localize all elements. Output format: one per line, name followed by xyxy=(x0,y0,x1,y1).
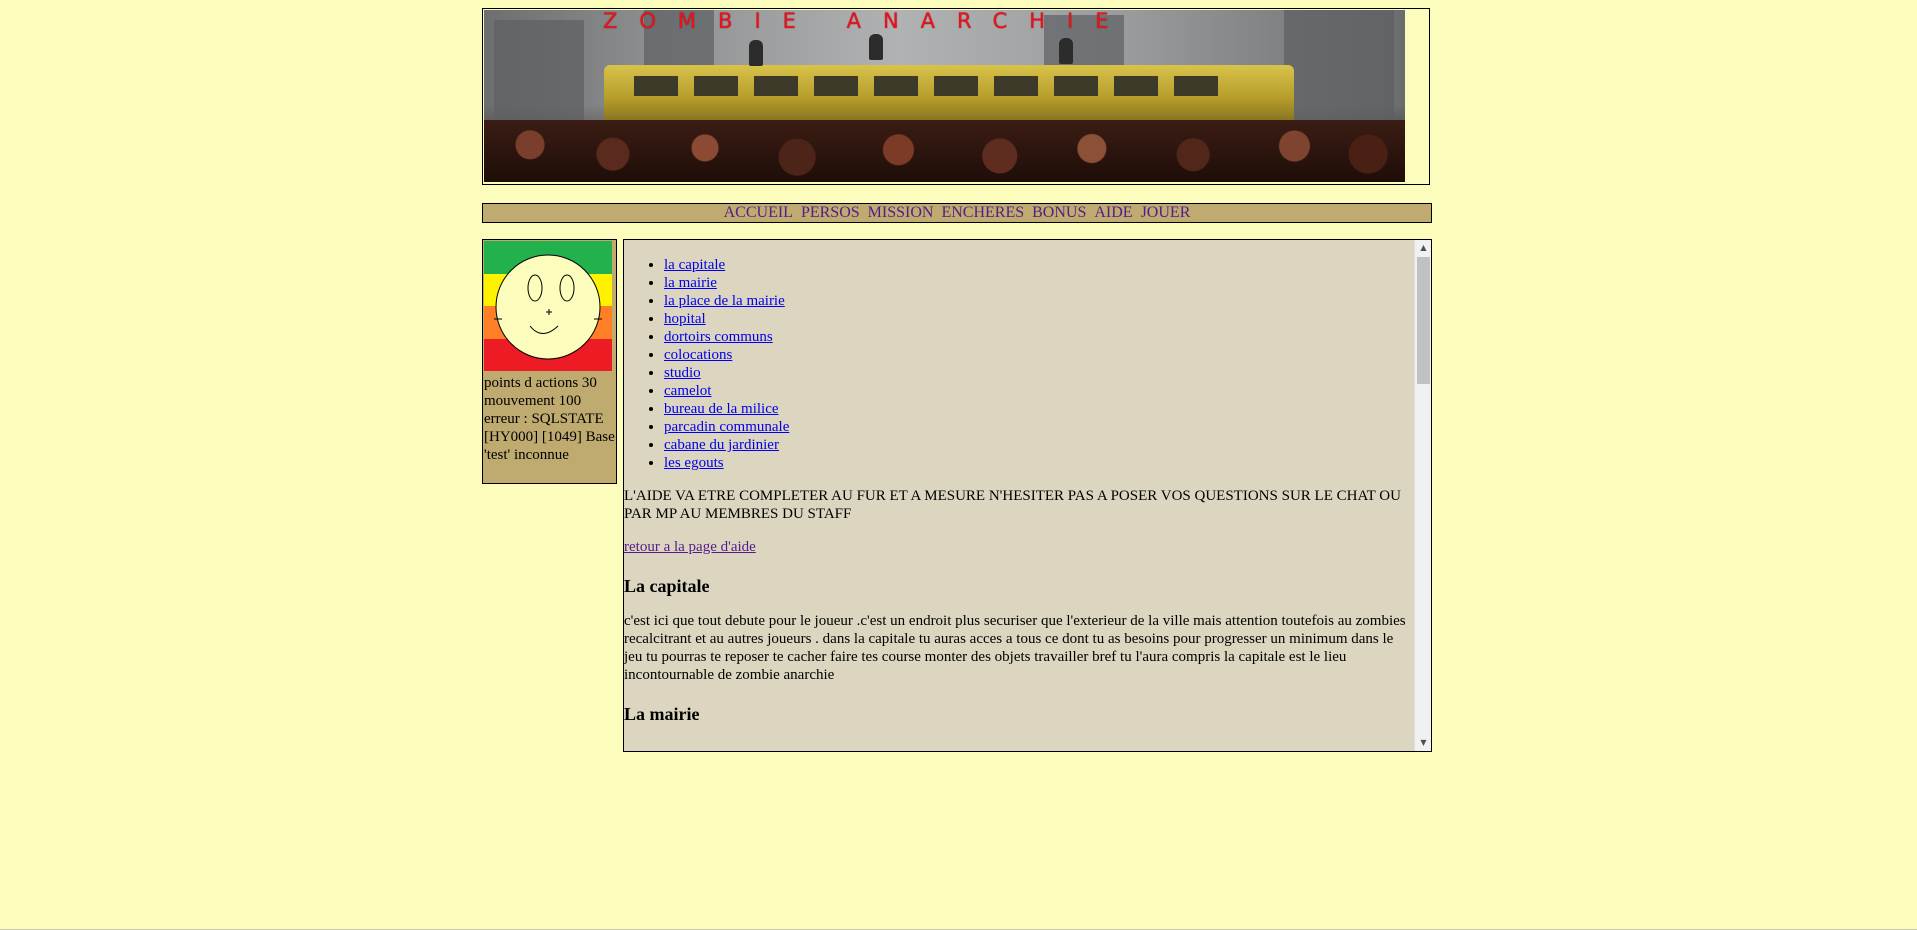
list-item: hopital xyxy=(664,310,1414,328)
list-item: cabane du jardinier xyxy=(664,436,1414,454)
section-heading-mairie: La mairie xyxy=(624,704,700,724)
nav-mission[interactable]: MISSION xyxy=(868,204,934,221)
location-link-milice[interactable]: bureau de la milice xyxy=(664,401,779,417)
location-link-studio[interactable]: studio xyxy=(664,365,701,381)
list-item: la mairie xyxy=(664,274,1414,292)
back-to-help-link[interactable]: retour a la page d'aide xyxy=(624,539,756,555)
location-link-parcadin[interactable]: parcadin communale xyxy=(664,419,789,435)
list-item: bureau de la milice xyxy=(664,400,1414,418)
location-link-cabane[interactable]: cabane du jardinier xyxy=(664,437,779,453)
section-body-capitale: c'est ici que tout debute pour le joueur… xyxy=(624,613,1406,683)
error-message: erreur : SQLSTATE[HY000] [1049] Base 'te… xyxy=(484,411,615,463)
list-item: camelot xyxy=(664,382,1414,400)
scroll-up-arrow-icon[interactable]: ▲ xyxy=(1415,240,1431,256)
nav-aide[interactable]: AIDE xyxy=(1094,204,1132,221)
location-link-capitale[interactable]: la capitale xyxy=(664,257,725,273)
avatar xyxy=(484,241,612,371)
help-content: la capitale la mairie la place de la mai… xyxy=(624,240,1414,740)
location-link-colocations[interactable]: colocations xyxy=(664,347,732,363)
list-item: la place de la mairie xyxy=(664,292,1414,310)
help-panel[interactable]: la capitale la mairie la place de la mai… xyxy=(623,239,1432,752)
scroll-down-arrow-icon[interactable]: ▼ xyxy=(1415,735,1431,751)
banner: ZOMBIE ANARCHIE xyxy=(482,8,1430,185)
list-item: studio xyxy=(664,364,1414,382)
nav-persos[interactable]: PERSOS xyxy=(801,204,860,221)
list-item: la capitale xyxy=(664,256,1414,274)
location-link-dortoirs[interactable]: dortoirs communs xyxy=(664,329,773,345)
nav-jouer[interactable]: JOUER xyxy=(1141,204,1191,221)
nav-encheres[interactable]: ENCHERES xyxy=(941,204,1024,221)
location-link-camelot[interactable]: camelot xyxy=(664,383,711,399)
site-title: ZOMBIE ANARCHIE xyxy=(603,9,1131,33)
banner-image xyxy=(484,10,1405,182)
nav-bonus[interactable]: BONUS xyxy=(1032,204,1086,221)
location-link-mairie[interactable]: la mairie xyxy=(664,275,717,291)
movement-points: mouvement 100 xyxy=(484,393,582,409)
list-item: colocations xyxy=(664,346,1414,364)
action-points: points d actions 30 xyxy=(484,375,597,391)
nav-accueil[interactable]: ACCUEIL xyxy=(724,204,793,221)
location-link-place-mairie[interactable]: la place de la mairie xyxy=(664,293,785,309)
help-notice: L'AIDE VA ETRE COMPLETER AU FUR ET A MES… xyxy=(624,488,1401,522)
location-link-hopital[interactable]: hopital xyxy=(664,311,706,327)
location-list: la capitale la mairie la place de la mai… xyxy=(624,256,1414,472)
list-item: les egouts xyxy=(664,454,1414,472)
zombie-crowd-illustration xyxy=(484,120,1405,182)
list-item: dortoirs communs xyxy=(664,328,1414,346)
location-link-egouts[interactable]: les egouts xyxy=(664,455,724,471)
scrollbar-thumb[interactable] xyxy=(1417,257,1430,384)
list-item: parcadin communale xyxy=(664,418,1414,436)
player-sidebar: points d actions 30 mouvement 100 erreur… xyxy=(482,239,617,484)
main-nav: ACCUEIL PERSOS MISSION ENCHERES BONUS AI… xyxy=(482,203,1432,223)
section-heading-capitale: La capitale xyxy=(624,576,710,596)
smiley-face-icon xyxy=(494,254,602,360)
player-stats: points d actions 30 mouvement 100 erreur… xyxy=(484,374,619,464)
vertical-scrollbar[interactable]: ▲ ▼ xyxy=(1414,240,1431,751)
